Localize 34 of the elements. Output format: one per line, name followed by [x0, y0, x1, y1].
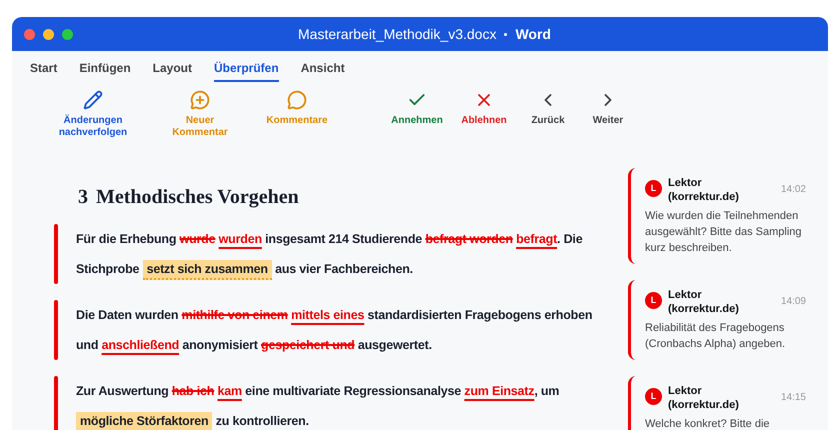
paragraph: Die Daten wurden mithilfe von einem mittels eines standardisierten Fragebogens erhoben und anschließend anonymisiert gespeichert und ausgewertet. — [76, 307, 594, 354]
paragraph: Für die Erhebung wurde wurden insgesamt 214 Studierende befragt worden befragt. Die Stichprobe setzt sich zusammen aus vier Fachbereichen. — [76, 224, 600, 284]
toolbar-button[interactable]: Zurück — [524, 90, 572, 127]
toolbar-button[interactable]: Annehmen — [384, 90, 450, 127]
comment-text: Reliabilität des Fragebogens (Cronbachs Alpha) angeben. — [645, 321, 786, 352]
comment-author: Lektor (korrektur.de) — [668, 288, 740, 316]
window-title: Masterarbeit_Methodik_v3.docx — [298, 24, 496, 44]
avatar: L — [645, 180, 662, 197]
comment-author: Lektor (korrektur.de) — [668, 176, 740, 204]
comment-time: 14:09 — [780, 295, 806, 309]
comment-time: 14:15 — [780, 391, 806, 405]
avatar: L — [645, 292, 662, 309]
app-name: Word — [515, 24, 551, 44]
comment-text: Wie wurden die Teilnehmenden ausgewählt? Bitte das Sampling kurz beschreiben. — [645, 209, 803, 256]
paragraph: Zur Auswertung hab ich kam eine multivariate Regressionsanalyse zum Einsatz, um mögliche Störfaktoren zu kontrollieren. — [76, 383, 560, 430]
comment-author: Lektor (korrektur.de) — [668, 384, 740, 412]
comment-text: Welche konkret? Bitte die — [645, 417, 771, 430]
change-bar — [54, 376, 58, 430]
ribbon-tab[interactable]: Layout — [152, 59, 192, 82]
speech-bubble-icon — [287, 90, 307, 110]
change-bar — [54, 224, 58, 284]
comment-plus-icon — [190, 90, 210, 110]
avatar: L — [645, 388, 662, 405]
pencil-icon — [83, 90, 103, 110]
ribbon-tab[interactable]: Einfügen — [79, 59, 131, 82]
toolbar-button[interactable]: Weiter — [584, 90, 632, 127]
ribbon-tab[interactable]: Ansicht — [300, 59, 345, 82]
toolbar-button[interactable]: Ablehnen — [456, 90, 512, 127]
ribbon-tab[interactable]: Überprüfen — [214, 59, 279, 82]
section-heading: 3 Methodisches Vorgehen — [77, 185, 300, 210]
ribbon-tab[interactable]: Start — [30, 59, 58, 82]
change-bar — [54, 300, 58, 360]
comment-time: 14:02 — [780, 183, 806, 197]
toolbar-button[interactable]: Änderungen nachverfolgen — [38, 90, 148, 139]
